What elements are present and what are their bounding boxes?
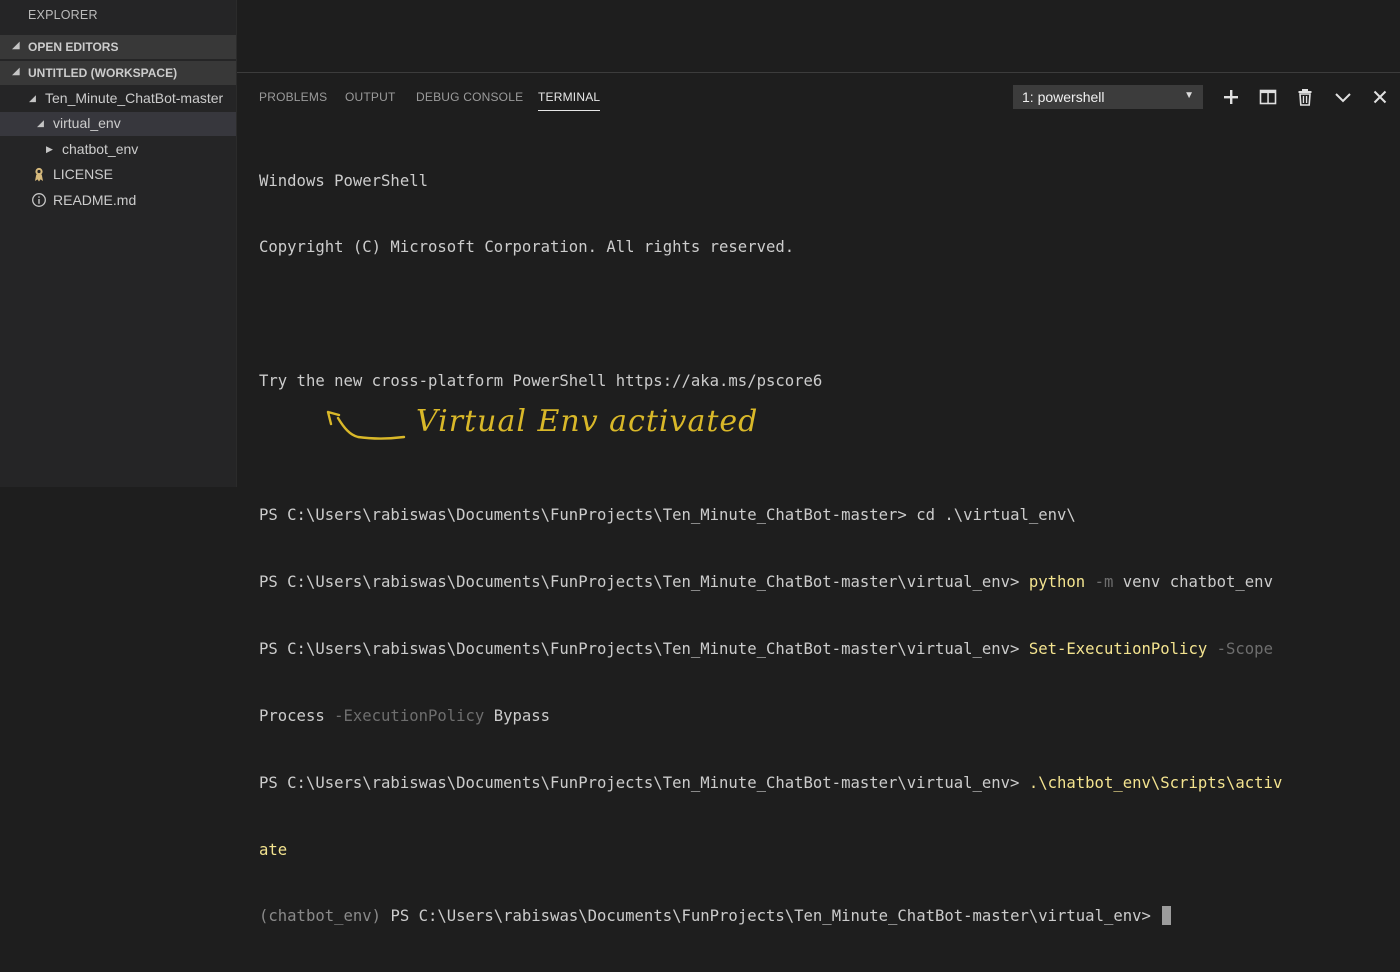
tree-item-license[interactable]: LICENSE xyxy=(0,163,236,187)
terminal-cursor xyxy=(1162,906,1172,926)
plus-icon[interactable] xyxy=(1221,87,1241,107)
tree-item-chatbot-env[interactable]: ▶ chatbot_env xyxy=(0,138,236,162)
explorer-title: EXPLORER xyxy=(28,8,98,22)
tree-item-label: LICENSE xyxy=(53,166,113,182)
tree-item-label: virtual_env xyxy=(53,115,121,131)
terminal-select-value: 1: powershell xyxy=(1022,89,1105,105)
terminal-line: Copyright (C) Microsoft Corporation. All… xyxy=(259,238,795,257)
command-name: ate xyxy=(259,840,288,859)
command-args: Bypass xyxy=(484,706,551,725)
chevron-down-icon[interactable] xyxy=(1333,87,1353,107)
terminal-line: PS C:\Users\rabiswas\Documents\FunProjec… xyxy=(259,571,1389,593)
arrow-icon xyxy=(326,410,406,440)
command-args: Process xyxy=(259,706,325,725)
tree-item-readme[interactable]: README.md xyxy=(0,189,236,213)
chevron-down-icon: ◢ xyxy=(12,66,20,77)
chevron-down-icon: ◢ xyxy=(12,40,20,51)
explorer-sidebar: EXPLORER ◢ OPEN EDITORS ◢ UNTITLED (WORK… xyxy=(0,0,237,487)
tab-problems[interactable]: PROBLEMS xyxy=(259,90,327,104)
prompt: PS C:\Users\rabiswas\Documents\FunProjec… xyxy=(259,773,1029,792)
command-name: .\chatbot_env\Scripts\activ xyxy=(1028,773,1283,792)
terminal-select[interactable]: 1: powershell ▼ xyxy=(1013,85,1203,109)
terminal-line: PS C:\Users\rabiswas\Documents\FunProjec… xyxy=(259,772,1389,794)
tab-output[interactable]: OUTPUT xyxy=(345,90,396,104)
tree-item-ten-minute-chatbot-master[interactable]: ◢ Ten_Minute_ChatBot-master xyxy=(0,87,236,111)
command-name: python xyxy=(1028,572,1086,591)
license-icon xyxy=(35,167,43,182)
terminal-line: Try the new cross-platform PowerShell ht… xyxy=(259,372,823,391)
section-label: UNTITLED (WORKSPACE) xyxy=(28,66,178,80)
command-args: venv chatbot_env xyxy=(1113,572,1273,591)
dropdown-arrow-icon: ▼ xyxy=(1184,90,1194,101)
info-icon xyxy=(32,193,46,207)
tab-debug-console[interactable]: DEBUG CONSOLE xyxy=(416,90,523,104)
tree-item-label: chatbot_env xyxy=(62,141,139,157)
trash-icon[interactable] xyxy=(1295,87,1315,107)
close-icon[interactable] xyxy=(1370,87,1390,107)
tree-item-label: Ten_Minute_ChatBot-master xyxy=(45,90,224,106)
section-workspace[interactable]: ◢ UNTITLED (WORKSPACE) xyxy=(0,61,236,85)
terminal-line: ate xyxy=(259,839,1389,861)
section-label: OPEN EDITORS xyxy=(28,40,119,54)
command-args: cd .\virtual_env\ xyxy=(916,506,1076,525)
command-flag: -Scope xyxy=(1207,639,1273,658)
terminal-line: PS C:\Users\rabiswas\Documents\FunProjec… xyxy=(259,638,1389,660)
section-open-editors[interactable]: ◢ OPEN EDITORS xyxy=(0,35,236,59)
prompt: PS C:\Users\rabiswas\Documents\FunProjec… xyxy=(381,907,1161,926)
annotation-text: Virtual Env activated xyxy=(416,404,759,439)
prompt: PS C:\Users\rabiswas\Documents\FunProjec… xyxy=(259,506,917,525)
tree-item-virtual-env[interactable]: ◢ virtual_env xyxy=(0,112,236,136)
chevron-down-icon: ◢ xyxy=(37,118,44,128)
terminal-line: (chatbot_env) PS C:\Users\rabiswas\Docum… xyxy=(259,905,1389,927)
env-prefix: (chatbot_env) xyxy=(259,907,382,926)
terminal-line: Process -ExecutionPolicy Bypass xyxy=(259,705,1389,727)
terminal-output[interactable]: Windows PowerShell Copyright (C) Microso… xyxy=(259,125,1389,972)
chevron-right-icon: ▶ xyxy=(46,144,53,154)
command-flag: -m xyxy=(1085,572,1114,591)
split-icon[interactable] xyxy=(1258,87,1278,107)
prompt: PS C:\Users\rabiswas\Documents\FunProjec… xyxy=(259,639,1029,658)
tab-terminal[interactable]: TERMINAL xyxy=(538,90,601,111)
handwritten-annotation: Virtual Env activated xyxy=(320,400,800,452)
command-name: Set-ExecutionPolicy xyxy=(1028,639,1208,658)
terminal-line: Windows PowerShell xyxy=(259,171,428,190)
tree-item-label: README.md xyxy=(53,192,137,208)
chevron-down-icon: ◢ xyxy=(29,93,36,103)
prompt: PS C:\Users\rabiswas\Documents\FunProjec… xyxy=(259,572,1029,591)
command-flag: -ExecutionPolicy xyxy=(324,706,485,725)
terminal-line: PS C:\Users\rabiswas\Documents\FunProjec… xyxy=(259,504,1389,526)
